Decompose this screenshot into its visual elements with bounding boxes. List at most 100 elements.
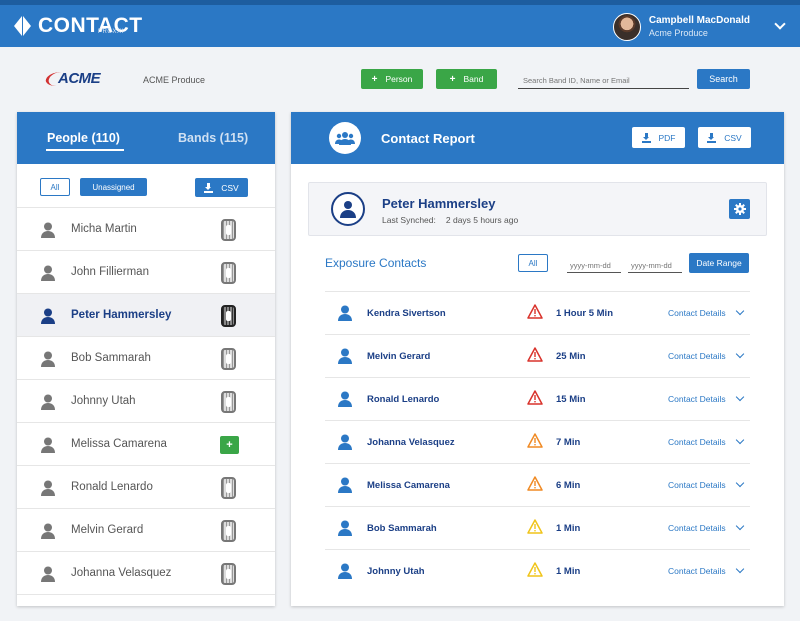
person-icon <box>338 305 352 321</box>
person-icon <box>338 348 352 364</box>
people-panel: People (110) Bands (115) All Unassigned … <box>17 112 275 606</box>
table-row: Melvin Gerard 25 Min Contact Details <box>325 334 750 377</box>
end-date-input[interactable] <box>628 259 682 273</box>
acme-logo: ACME <box>43 68 118 90</box>
contact-details-link[interactable]: Contact Details <box>668 523 726 533</box>
person-name: John Fillierman <box>71 266 149 278</box>
add-band-button[interactable]: + Band <box>436 69 497 89</box>
chevron-down-icon[interactable] <box>735 349 745 359</box>
table-row: Kendra Sivertson 1 Hour 5 Min Contact Deta… <box>325 291 750 334</box>
warning-icon <box>527 304 543 319</box>
contact-duration: 1 Hour 5 Min <box>556 308 614 319</box>
acme-logo-text: ACME <box>58 70 101 87</box>
person-icon <box>41 222 55 238</box>
chevron-down-icon[interactable] <box>735 435 745 445</box>
logo-subtitle: PROXXI <box>98 29 124 35</box>
warning-icon <box>527 519 543 534</box>
list-item[interactable]: Melissa Camarena + <box>17 423 275 466</box>
list-item[interactable]: Micha Martin <box>17 208 275 251</box>
tab-bands[interactable]: Bands (115) <box>178 131 248 145</box>
warning-icon <box>527 390 543 405</box>
list-item[interactable]: Johanna Velasquez <box>17 552 275 595</box>
search-button[interactable]: Search <box>697 69 750 89</box>
report-csv-button[interactable]: CSV <box>698 127 751 148</box>
user-org: Acme Produce <box>648 28 708 38</box>
org-name: ACME Produce <box>143 75 206 85</box>
person-name: Melvin Gerard <box>71 524 144 536</box>
list-item[interactable]: Johnny Utah <box>17 380 275 423</box>
contact-details-link[interactable]: Contact Details <box>668 566 726 576</box>
chevron-down-icon[interactable] <box>735 392 745 402</box>
contact-details-link[interactable]: Contact Details <box>668 437 726 447</box>
person-icon <box>41 351 55 367</box>
contact-duration: 15 Min <box>556 394 586 405</box>
person-icon <box>338 434 352 450</box>
contact-details-link[interactable]: Contact Details <box>668 308 726 318</box>
list-item[interactable]: Melvin Gerard <box>17 509 275 552</box>
contact-details-link[interactable]: Contact Details <box>668 351 726 361</box>
contact-duration: 1 Min <box>556 566 581 577</box>
contact-report-panel: Contact Report PDF CSV Peter Hammersley … <box>291 112 784 606</box>
chevron-down-icon[interactable] <box>735 478 745 488</box>
user-menu[interactable]: Campbell MacDonald Acme Produce <box>612 13 786 41</box>
assign-band-button[interactable]: + <box>220 436 239 454</box>
tab-underline <box>46 149 124 151</box>
exposure-filter-all-button[interactable]: All <box>518 254 548 272</box>
download-icon <box>204 182 214 193</box>
logo-text: CONTACT <box>38 14 143 37</box>
contact-duration: 6 Min <box>556 480 581 491</box>
contact-name: Johanna Velasquez <box>367 437 455 448</box>
tab-people[interactable]: People (110) <box>47 131 120 145</box>
person-icon <box>41 523 55 539</box>
contact-details-link[interactable]: Contact Details <box>668 480 726 490</box>
start-date-input[interactable] <box>567 259 621 273</box>
contact-name: Melissa Camarena <box>367 480 450 491</box>
contact-details-link[interactable]: Contact Details <box>668 394 726 404</box>
person-name: Peter Hammersley <box>71 309 172 321</box>
list-item[interactable]: Ronald Lenardo <box>17 466 275 509</box>
settings-button[interactable] <box>729 199 750 219</box>
top-bar: CONTACT PROXXI Campbell MacDonald Acme P… <box>0 0 800 47</box>
add-person-button[interactable]: + Person <box>361 69 423 89</box>
contact-name: Bob Sammarah <box>367 523 437 534</box>
date-range-button[interactable]: Date Range <box>689 253 749 273</box>
chevron-down-icon[interactable] <box>735 521 745 531</box>
person-name: Johnny Utah <box>71 395 136 407</box>
contact-duration: 25 Min <box>556 351 586 362</box>
report-csv-label: CSV <box>724 132 742 143</box>
wristband-icon <box>221 520 236 542</box>
contact-name: Johnny Utah <box>367 566 425 577</box>
person-name: Micha Martin <box>71 223 137 235</box>
person-icon <box>41 480 55 496</box>
wristband-icon <box>221 563 236 585</box>
filter-all-button[interactable]: All <box>40 178 70 196</box>
warning-icon <box>527 562 543 577</box>
person-icon <box>41 437 55 453</box>
list-item[interactable]: John Fillierman <box>17 251 275 294</box>
wristband-icon <box>221 477 236 499</box>
page-title: Contact Report <box>381 131 475 146</box>
filter-unassigned-button[interactable]: Unassigned <box>80 178 147 196</box>
table-row: Johnny Utah 1 Min Contact Details <box>325 549 750 592</box>
add-band-label: Band <box>463 74 484 84</box>
plus-icon: + <box>449 73 456 85</box>
pdf-button[interactable]: PDF <box>632 127 685 148</box>
group-icon <box>329 122 361 154</box>
list-item[interactable]: Bob Sammarah <box>17 337 275 380</box>
people-csv-button[interactable]: CSV <box>195 178 248 197</box>
gear-icon <box>733 203 746 215</box>
list-item[interactable]: Peter Hammersley <box>17 294 275 337</box>
last-synched-value: 2 days 5 hours ago <box>445 215 519 225</box>
chevron-down-icon[interactable] <box>735 564 745 574</box>
wristband-icon <box>221 348 236 370</box>
contact-report-header: Contact Report PDF CSV <box>291 112 784 164</box>
logo-icon <box>14 14 32 38</box>
person-icon <box>41 265 55 281</box>
wristband-icon <box>221 219 236 241</box>
chevron-down-icon[interactable] <box>774 18 786 30</box>
people-panel-header: People (110) Bands (115) <box>17 112 275 164</box>
person-icon <box>41 394 55 410</box>
profile-card: Peter Hammersley Last Synched: 2 days 5 h… <box>308 182 767 236</box>
chevron-down-icon[interactable] <box>735 306 745 316</box>
search-input[interactable] <box>518 72 689 89</box>
